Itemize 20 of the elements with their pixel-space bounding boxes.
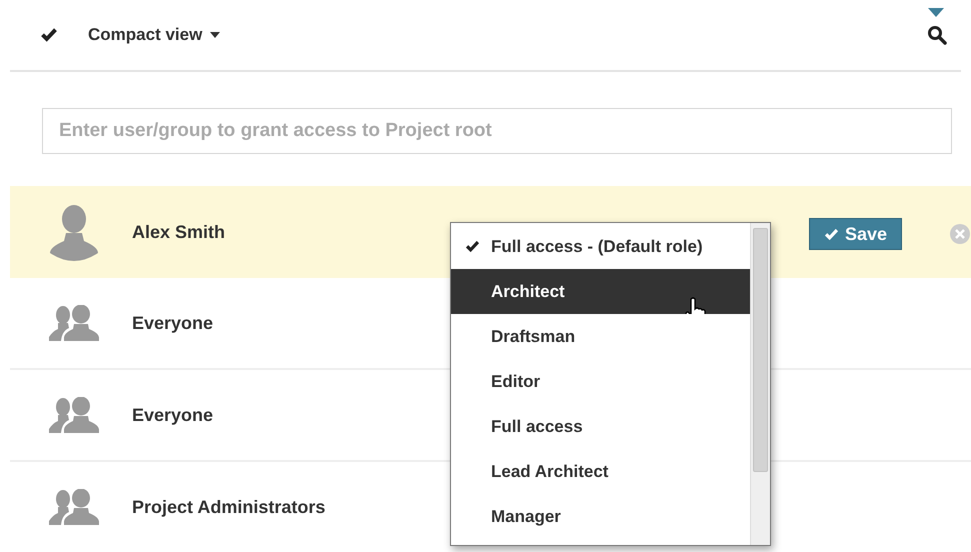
user-name: Project Administrators [132, 496, 326, 518]
save-button[interactable]: Save [809, 218, 902, 250]
close-icon[interactable] [950, 224, 970, 244]
search-field[interactable]: Enter user/group to grant access to Project root [42, 108, 952, 154]
check-icon [40, 26, 58, 44]
check-icon [465, 239, 480, 254]
user-icon [48, 203, 100, 261]
user-name: Everyone [132, 404, 214, 426]
group-icon [49, 489, 99, 525]
scrollbar[interactable] [750, 223, 770, 545]
view-dropdown[interactable]: Compact view [88, 25, 220, 45]
check-icon [824, 226, 839, 242]
caret-icon [210, 32, 220, 38]
role-option[interactable]: Architect [451, 269, 750, 314]
group-icon [49, 397, 99, 433]
group-icon [49, 305, 99, 341]
user-name: Alex Smith [132, 222, 226, 242]
pointer-triangle-icon [928, 8, 944, 17]
user-name: Everyone [132, 312, 214, 334]
search-icon[interactable] [927, 25, 947, 45]
